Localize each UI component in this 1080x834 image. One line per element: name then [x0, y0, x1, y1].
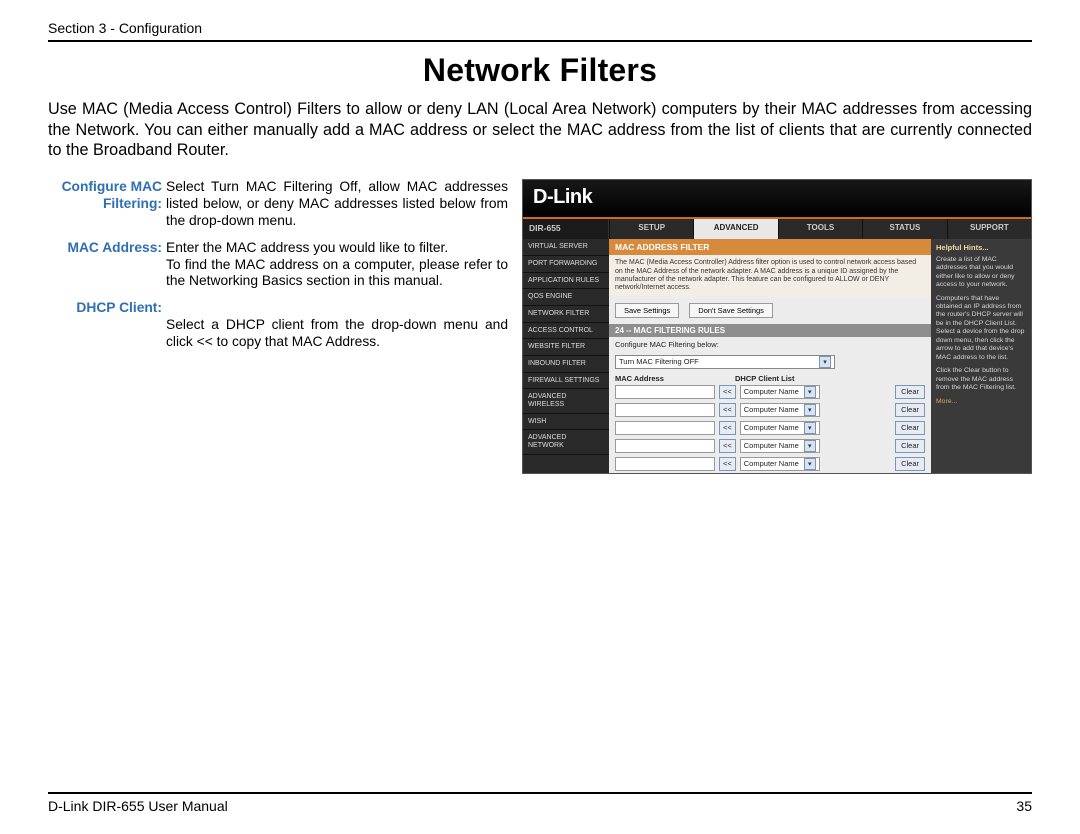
copy-button[interactable]: << [719, 403, 736, 417]
config-label: Configure MAC Filtering below: [609, 337, 931, 352]
brand-bar: D-Link [523, 180, 1031, 219]
page-number: 35 [1016, 798, 1032, 814]
client-label: Computer Name [744, 405, 799, 414]
client-label: Computer Name [744, 459, 799, 468]
mac-filtering-dropdown[interactable]: Turn MAC Filtering OFF ▾ [615, 355, 835, 369]
tabs: SETUP ADVANCED TOOLS STATUS SUPPORT [609, 219, 1031, 239]
footer: D-Link DIR-655 User Manual 35 [48, 792, 1032, 814]
clear-button[interactable]: Clear [895, 421, 925, 435]
copy-button[interactable]: << [719, 421, 736, 435]
sidebar-item[interactable]: QOS ENGINE [523, 289, 609, 306]
page-title: Network Filters [48, 52, 1032, 89]
mac-input[interactable] [615, 421, 715, 435]
clear-button[interactable]: Clear [895, 439, 925, 453]
save-button[interactable]: Save Settings [615, 303, 679, 318]
chevron-down-icon: ▾ [804, 386, 816, 398]
sidebar: VIRTUAL SERVER PORT FORWARDING APPLICATI… [523, 239, 609, 473]
clear-button[interactable]: Clear [895, 457, 925, 471]
client-dropdown[interactable]: Computer Name ▾ [740, 421, 820, 435]
rule-row: << Computer Name ▾ Clear [609, 455, 931, 473]
mac-input[interactable] [615, 439, 715, 453]
divider-bottom [48, 792, 1032, 794]
rule-row: << Computer Name ▾ Clear [609, 401, 931, 419]
clear-button[interactable]: Clear [895, 403, 925, 417]
tab-support[interactable]: SUPPORT [947, 219, 1031, 239]
dont-save-button[interactable]: Don't Save Settings [689, 303, 773, 318]
chevron-down-icon: ▾ [819, 356, 831, 368]
def-term: Configure MAC Filtering: [48, 179, 166, 229]
chevron-down-icon: ▾ [804, 404, 816, 416]
chevron-down-icon: ▾ [804, 422, 816, 434]
col-dhcp-client: DHCP Client List [735, 374, 925, 383]
client-dropdown[interactable]: Computer Name ▾ [740, 457, 820, 471]
copy-button[interactable]: << [719, 439, 736, 453]
main-panel: MAC ADDRESS FILTER The MAC (Media Access… [609, 239, 931, 473]
tab-advanced[interactable]: ADVANCED [693, 219, 777, 239]
client-dropdown[interactable]: Computer Name ▾ [740, 403, 820, 417]
client-label: Computer Name [744, 441, 799, 450]
chevron-down-icon: ▾ [804, 458, 816, 470]
tab-setup[interactable]: SETUP [609, 219, 693, 239]
copy-button[interactable]: << [719, 385, 736, 399]
sidebar-item[interactable]: WISH [523, 414, 609, 431]
sidebar-item[interactable]: ADVANCED NETWORK [523, 430, 609, 454]
def-text: Select Turn MAC Filtering Off, allow MAC… [166, 179, 508, 229]
client-dropdown[interactable]: Computer Name ▾ [740, 385, 820, 399]
hints-text: Click the Clear button to remove the MAC… [936, 367, 1026, 392]
mac-input[interactable] [615, 457, 715, 471]
dropdown-value: Turn MAC Filtering OFF [619, 357, 699, 366]
clear-button[interactable]: Clear [895, 385, 925, 399]
section-header: Section 3 - Configuration [48, 20, 1032, 36]
divider-top [48, 40, 1032, 42]
more-link[interactable]: More... [936, 398, 1026, 406]
copy-button[interactable]: << [719, 457, 736, 471]
rule-row: << Computer Name ▾ Clear [609, 419, 931, 437]
sidebar-item[interactable]: NETWORK FILTER [523, 306, 609, 323]
chevron-down-icon: ▾ [804, 440, 816, 452]
hints-text: Create a list of MAC addresses that you … [936, 256, 1026, 290]
sidebar-item[interactable]: PORT FORWARDING [523, 256, 609, 273]
client-label: Computer Name [744, 423, 799, 432]
hints-text: Computers that have obtained an IP addre… [936, 295, 1026, 363]
col-mac-address: MAC Address [615, 374, 735, 383]
tab-status[interactable]: STATUS [862, 219, 946, 239]
sidebar-item[interactable]: FIREWALL SETTINGS [523, 373, 609, 390]
router-screenshot: D-Link DIR-655 SETUP ADVANCED TOOLS STAT… [522, 179, 1032, 474]
mac-input[interactable] [615, 403, 715, 417]
sidebar-item[interactable]: ACCESS CONTROL [523, 323, 609, 340]
def-text: Enter the MAC address you would like to … [166, 240, 508, 290]
rule-row: << Computer Name ▾ Clear [609, 437, 931, 455]
footer-left: D-Link DIR-655 User Manual [48, 798, 228, 814]
intro-text: Use MAC (Media Access Control) Filters t… [48, 99, 1032, 161]
def-text: Select a DHCP client from the drop-down … [166, 300, 508, 350]
def-term: MAC Address: [48, 240, 166, 290]
rule-row: << Computer Name ▾ Clear [609, 383, 931, 401]
sidebar-item[interactable]: INBOUND FILTER [523, 356, 609, 373]
client-dropdown[interactable]: Computer Name ▾ [740, 439, 820, 453]
sidebar-item[interactable]: APPLICATION RULES [523, 273, 609, 290]
rules-title: 24 -- MAC FILTERING RULES [609, 324, 931, 337]
hints-title: Helpful Hints... [936, 243, 1026, 252]
brand-logo: D-Link [533, 186, 592, 208]
panel-help-text: The MAC (Media Access Controller) Addres… [609, 255, 931, 297]
sidebar-item[interactable]: VIRTUAL SERVER [523, 239, 609, 256]
client-label: Computer Name [744, 387, 799, 396]
tab-tools[interactable]: TOOLS [778, 219, 862, 239]
sidebar-item[interactable]: ADVANCED WIRELESS [523, 389, 609, 413]
def-term: DHCP Client: [48, 300, 166, 350]
helpful-hints: Helpful Hints... Create a list of MAC ad… [931, 239, 1031, 473]
panel-title: MAC ADDRESS FILTER [609, 239, 931, 255]
definitions-list: Configure MAC Filtering: Select Turn MAC… [48, 179, 508, 474]
sidebar-item[interactable]: WEBSITE FILTER [523, 339, 609, 356]
router-model: DIR-655 [523, 219, 609, 239]
mac-input[interactable] [615, 385, 715, 399]
